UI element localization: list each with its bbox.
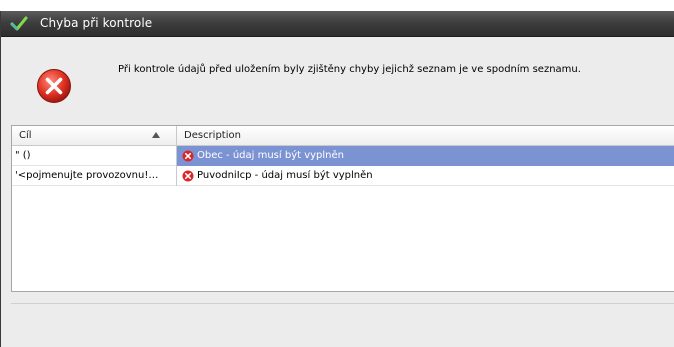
table-header: Cíl Description bbox=[12, 126, 674, 146]
sort-ascending-icon bbox=[152, 132, 160, 138]
dialog-content: Při kontrole údajů před uložením byly zj… bbox=[1, 37, 674, 347]
window-title: Chyba při kontrole bbox=[40, 16, 153, 30]
separator bbox=[11, 303, 674, 304]
checkmark-icon bbox=[10, 16, 28, 31]
error-icon bbox=[182, 170, 194, 182]
cell-description: Obec - údaj musí být vyplněn bbox=[177, 146, 674, 166]
error-icon bbox=[37, 69, 71, 103]
column-header-description[interactable]: Description bbox=[177, 126, 674, 145]
cell-target: '<pojmenujte provozovnu!… bbox=[12, 166, 177, 186]
column-header-target[interactable]: Cíl bbox=[12, 126, 177, 145]
column-header-label: Description bbox=[184, 130, 241, 141]
background-strip bbox=[0, 0, 674, 11]
title-bar[interactable]: Chyba při kontrole bbox=[1, 11, 674, 37]
error-icon bbox=[182, 150, 194, 162]
cell-target: " () bbox=[12, 146, 177, 166]
cell-description: PuvodniIcp - údaj musí být vyplněn bbox=[197, 170, 373, 181]
table-row[interactable]: " () Obec - údaj musí být vyplněn bbox=[12, 146, 674, 166]
error-dialog: Chyba při kontrole Při kontrole údajů př… bbox=[0, 11, 674, 347]
errors-table[interactable]: Cíl Description " () Obec - údaj musí bý… bbox=[11, 125, 674, 292]
column-header-label: Cíl bbox=[19, 130, 32, 141]
error-message: Při kontrole údajů před uložením byly zj… bbox=[118, 64, 581, 75]
table-row[interactable]: '<pojmenujte provozovnu!… PuvodniIcp - ú… bbox=[12, 166, 674, 186]
